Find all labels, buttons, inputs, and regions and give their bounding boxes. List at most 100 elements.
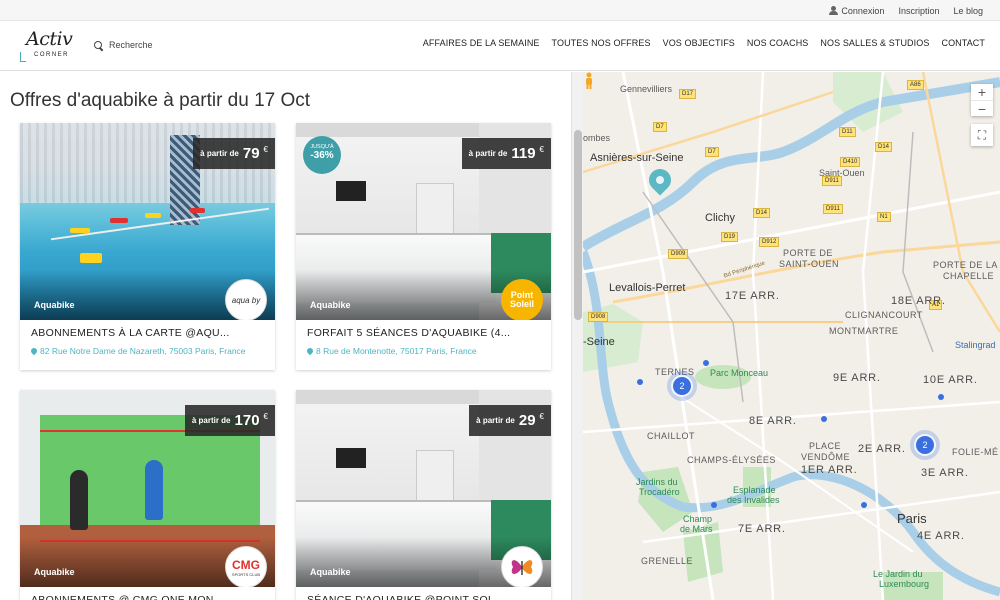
user-icon	[829, 5, 839, 15]
map-label: Paris	[897, 511, 927, 526]
offer-image: à partir de 79 € Aquabike aqua by	[20, 123, 275, 320]
road-shield: D17	[679, 89, 697, 99]
road-shield: D911	[823, 204, 843, 214]
price-tag: à partir de 170 €	[184, 405, 275, 436]
map-label: Saint-Ouen	[819, 168, 865, 178]
metro-poi[interactable]	[637, 379, 643, 385]
map-label: SAINT-OUEN	[779, 259, 840, 269]
map-label: Parc Monceau	[710, 368, 769, 378]
activ-corner-logo[interactable]: Activ CORNER	[20, 28, 76, 64]
offer-card[interactable]: JUSQU'À -36% à partir de 119 € Aquabike P…	[296, 123, 551, 370]
metro-poi[interactable]	[821, 416, 827, 422]
nav-toutes-offres[interactable]: TOUTES NOS OFFRES	[552, 38, 651, 48]
map-label: PORTE DE LA	[933, 260, 998, 270]
road-shield: D7	[705, 147, 719, 157]
road-shield: D19	[721, 232, 739, 242]
map-label: de Mars	[680, 524, 713, 534]
map-label: Levallois-Perret	[609, 282, 686, 294]
offer-address: 8 Rue de Montenotte, 75017 Paris, France	[296, 342, 551, 370]
category-label: Aquabike	[310, 300, 351, 310]
zoom-in-button[interactable]: +	[971, 84, 993, 100]
offer-title[interactable]: SÉANCE D'AQUABIKE @POINT SOL...	[296, 587, 551, 600]
offer-card[interactable]: à partir de 29 € Aquabike SÉANCE D'AQUABI…	[296, 390, 551, 600]
road-shield: D912	[759, 237, 780, 247]
price-tag: à partir de 119 €	[461, 138, 551, 169]
nav-coachs[interactable]: NOS COACHS	[747, 38, 809, 48]
street-view-pegman-icon[interactable]	[583, 72, 595, 90]
map-label: MONTMARTRE	[829, 326, 899, 336]
offer-address: 82 Rue Notre Dame de Nazareth, 75003 Par…	[20, 342, 275, 370]
butterfly-icon	[511, 560, 533, 575]
main-nav: AFFAIRES DE LA SEMAINE TOUTES NOS OFFRES…	[423, 38, 985, 48]
price-tag: à partir de 79 €	[193, 138, 275, 169]
metro-poi[interactable]	[711, 502, 717, 508]
listing-scrollbar[interactable]	[571, 72, 583, 600]
map-label: VENDÔME	[801, 452, 851, 462]
search-button[interactable]: Recherche	[94, 40, 153, 50]
offer-title[interactable]: FORFAIT 5 SÉANCES D'AQUABIKE (4...	[296, 320, 551, 342]
partner-logo	[501, 546, 543, 587]
offer-image: JUSQU'À -36% à partir de 119 € Aquabike P…	[296, 123, 551, 320]
map-label: 3E ARR.	[921, 467, 969, 479]
top-utility-bar: Connexion Inscription Le blog	[0, 0, 1000, 21]
offers-listing: Offres d'aquabike à partir du 17 Oct à p…	[0, 72, 571, 600]
map-label: 17E ARR.	[725, 290, 780, 302]
nav-objectifs[interactable]: VOS OBJECTIFS	[663, 38, 735, 48]
road-shield: D11	[839, 127, 856, 137]
map-label: Luxembourg	[879, 579, 930, 589]
road-shield: D7	[653, 122, 667, 132]
blog-link[interactable]: Le blog	[953, 6, 983, 16]
connexion-link[interactable]: Connexion	[829, 5, 884, 16]
location-pin-icon	[29, 346, 39, 356]
category-label: Aquabike	[34, 567, 75, 577]
price-tag: à partir de 29 €	[469, 405, 551, 436]
page-title: Offres d'aquabike à partir du 17 Oct	[10, 90, 311, 111]
map-label: 7E ARR.	[738, 523, 786, 535]
nav-affaires[interactable]: AFFAIRES DE LA SEMAINE	[423, 38, 540, 48]
map-label: des Invalides	[727, 495, 780, 505]
account-links: Connexion Inscription Le blog	[829, 0, 983, 21]
category-label: Aquabike	[34, 300, 75, 310]
road-shield: D909	[668, 249, 689, 259]
fullscreen-button[interactable]: ⛶	[971, 124, 993, 146]
road-shield: A86	[907, 80, 924, 90]
offer-title[interactable]: ABONNEMENTS À LA CARTE @AQU...	[20, 320, 275, 342]
location-pin-icon	[305, 346, 315, 356]
category-label: Aquabike	[310, 567, 351, 577]
map-label: Stalingrad	[955, 340, 996, 350]
metro-poi[interactable]	[861, 502, 867, 508]
partner-logo: CMG SPORTS CLUB	[225, 546, 267, 587]
map-label: Clichy	[705, 212, 735, 224]
metro-poi[interactable]	[703, 360, 709, 366]
partner-logo: Point Soleil	[501, 279, 543, 320]
scrollbar-thumb[interactable]	[574, 130, 582, 320]
map-label: 2E ARR.	[858, 443, 906, 455]
map-label: CHAILLOT	[647, 431, 696, 441]
search-icon	[94, 40, 103, 50]
map-label: PLACE	[809, 441, 842, 451]
map-label: PORTE DE	[783, 248, 833, 258]
map-cluster[interactable]: 2	[910, 430, 940, 460]
map-label: 9E ARR.	[833, 372, 881, 384]
map-label: ombes	[583, 133, 611, 143]
map-view[interactable]: D17 D7 D11 A86 D410 D14 D909 D19 D912 D9…	[583, 72, 1000, 600]
map-label: 1ER ARR.	[801, 464, 858, 476]
map-cluster[interactable]: 2	[667, 371, 697, 401]
inscription-link[interactable]: Inscription	[898, 6, 939, 16]
map-label: Asnières-sur-Seine	[590, 152, 684, 164]
road-shield: N1	[877, 212, 891, 222]
nav-contact[interactable]: CONTACT	[941, 38, 985, 48]
fullscreen-control: ⛶	[971, 124, 993, 146]
offer-title[interactable]: ABONNEMENTS @ CMG ONE MON...	[20, 587, 275, 600]
map-label: -Seine	[583, 336, 615, 348]
map-label: 10E ARR.	[923, 374, 978, 386]
zoom-out-button[interactable]: −	[971, 100, 993, 117]
offer-card[interactable]: à partir de 79 € Aquabike aqua by ABONNEM…	[20, 123, 275, 370]
nav-salles-studios[interactable]: NOS SALLES & STUDIOS	[820, 38, 929, 48]
road-shield: D908	[588, 312, 609, 322]
discount-badge: JUSQU'À -36%	[303, 136, 341, 174]
map-label: Le Jardin du	[873, 569, 923, 579]
map-label: Trocadéro	[639, 487, 680, 497]
offer-card[interactable]: à partir de 170 € Aquabike CMG SPORTS CLU…	[20, 390, 275, 600]
metro-poi[interactable]	[938, 394, 944, 400]
